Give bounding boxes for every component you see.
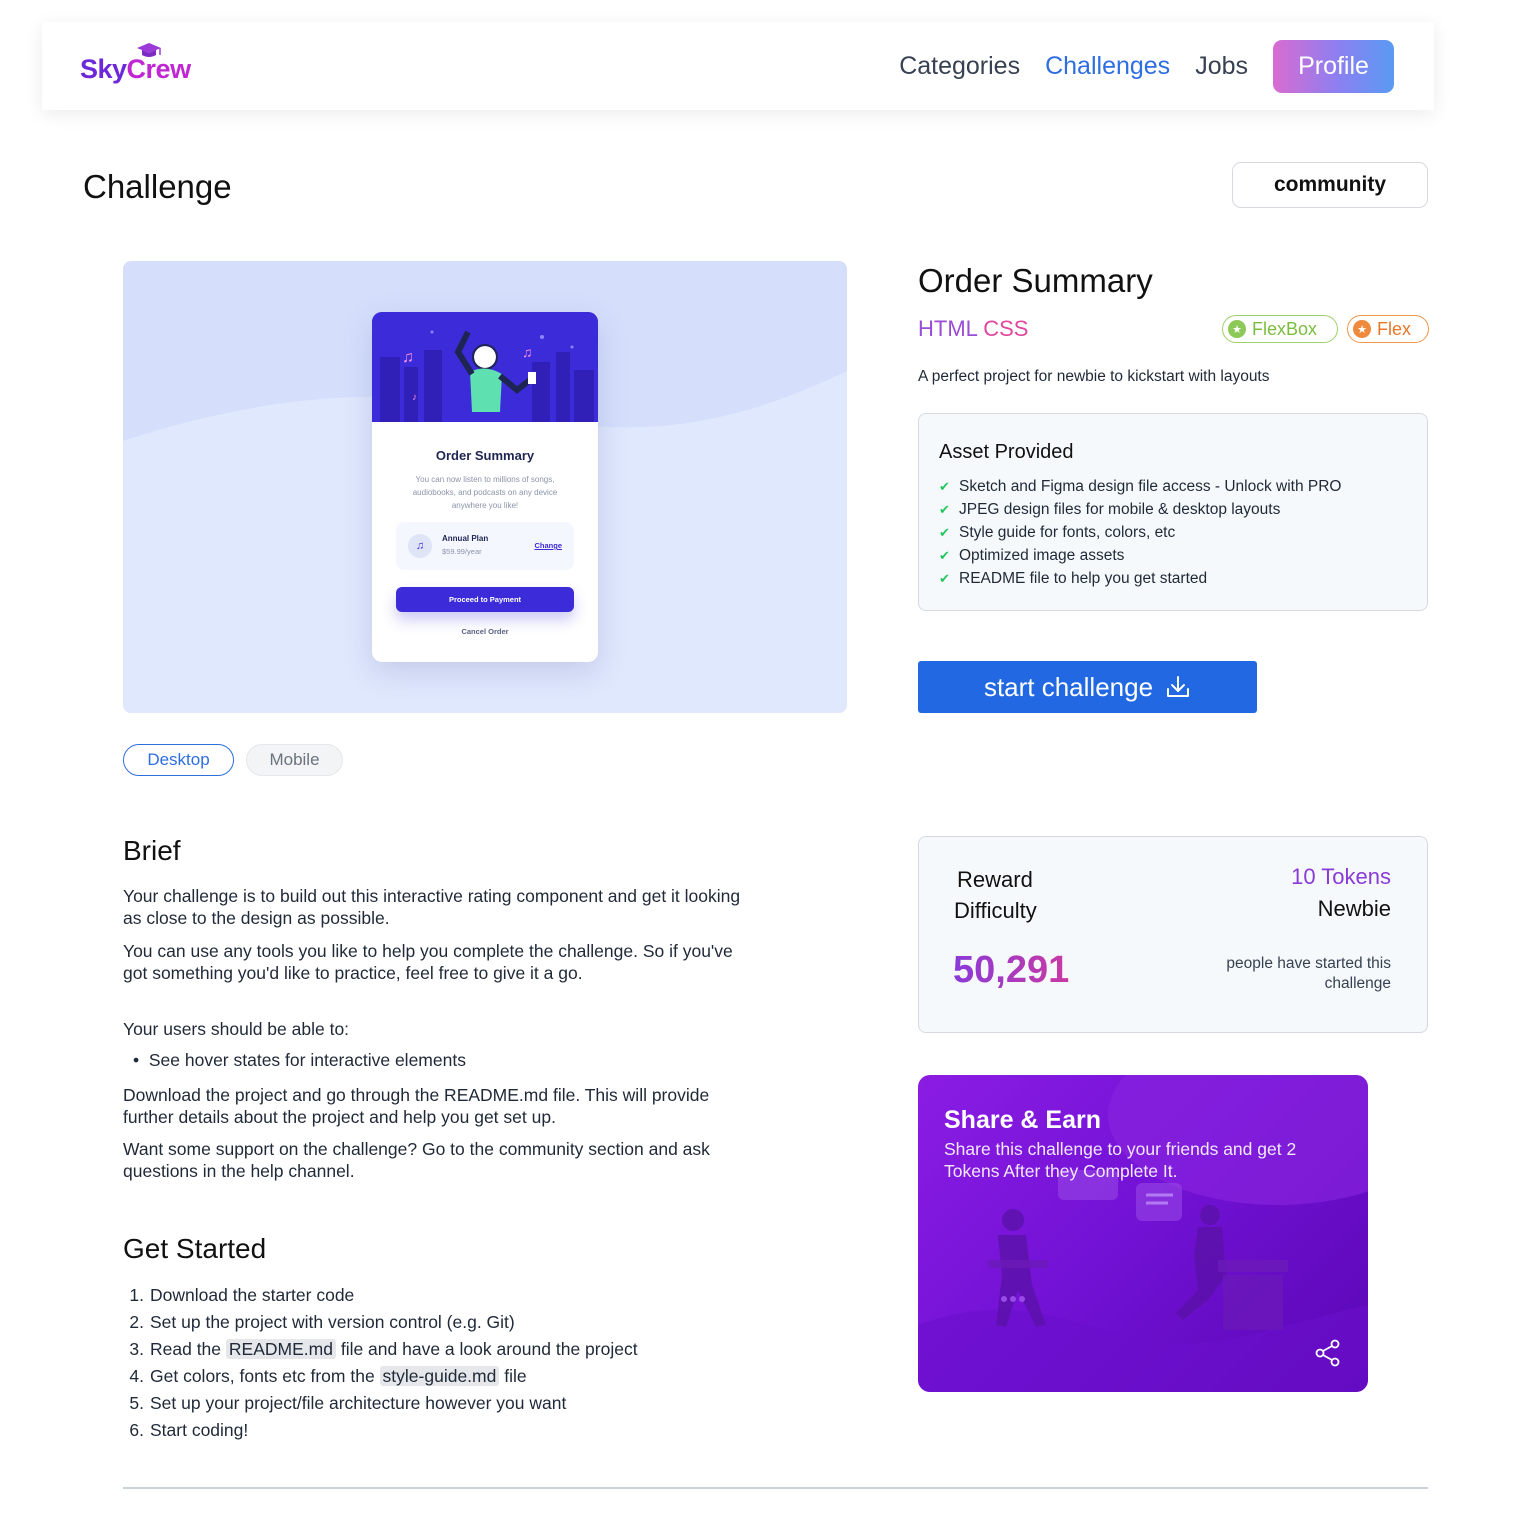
language-labels: HTML CSS [918,316,1028,342]
plan-name: Annual Plan [442,534,489,543]
assets-provided-box: Asset Provided ✔ Sketch and Figma design … [918,413,1428,611]
page-title: Challenge [83,168,232,205]
step-item: 1. Download the starter code [129,1285,355,1305]
share-earn-card[interactable]: Share & Earn Share this challenge to you… [918,1075,1368,1392]
asset-item: ✔ JPEG design files for mobile & desktop … [939,500,1281,518]
card-title: Order Summary [435,448,535,463]
started-count: 50,291 [953,949,1070,991]
asset-item: ✔ Sketch and Figma design file access - U… [939,477,1342,495]
step-item: 4. Get colors, fonts etc from the style-g… [129,1366,527,1386]
card-hero-illustration: ♫ ♫ ♪ [372,312,598,422]
graduation-cap-icon [137,43,161,57]
asset-item: ✔ README file to help you get started [939,569,1208,587]
brief-bullet: • See hover states for interactive eleme… [133,1050,466,1070]
reward-box: Reward Difficulty 10 Tokens Newbie 50,29… [918,836,1428,1033]
cancel-order-link: Cancel Order [461,627,509,636]
check-icon: ✔ [939,478,950,494]
footer-divider [123,1487,1428,1489]
check-icon: ✔ [939,547,950,563]
asset-item: ✔ Style guide for fonts, colors, etc [939,523,1176,541]
tag-flex[interactable]: ★ Flex [1347,315,1429,343]
assets-list: ✔ Sketch and Figma design file access - U… [939,475,1342,590]
community-button[interactable]: community [1232,162,1428,208]
download-icon [1167,676,1190,697]
reward-label: Reward [957,867,1033,892]
reward-tokens: 10 Tokens [1291,864,1391,889]
check-icon: ✔ [939,524,950,540]
svg-text:♫: ♫ [402,349,414,366]
lang-css: CSS [983,316,1029,341]
lang-html: HTML [918,316,978,341]
svg-text:♪: ♪ [412,392,417,403]
design-preview: ♫ ♫ ♪ Order Summary You can now listen t… [123,261,847,713]
nav-challenges[interactable]: Challenges [1045,52,1170,81]
skycrew-logo[interactable]: SkyCrew [80,43,191,85]
music-note-icon: ♫ [408,534,432,558]
share-text: Share this challenge to your friends and… [944,1139,1297,1181]
project-title: Order Summary [918,262,1153,299]
tag-flexbox[interactable]: ★ FlexBox [1222,315,1338,343]
brief-paragraph: Your challenge is to build out this inte… [123,886,741,928]
brief-heading: Brief [123,835,181,866]
asset-item: ✔ Optimized image assets [939,546,1125,564]
share-title: Share & Earn [944,1106,1102,1134]
brief-paragraph: You can use any tools you like to help y… [123,941,733,983]
check-icon: ✔ [939,570,950,586]
difficulty-label: Difficulty [954,898,1037,923]
check-icon: ✔ [939,501,950,517]
readme-code: README.md [225,1339,336,1359]
order-summary-card: ♫ ♫ ♪ Order Summary You can now listen t… [372,312,598,662]
nav-jobs[interactable]: Jobs [1195,52,1248,81]
difficulty-value: Newbie [1317,896,1391,921]
plan-price: $59.99/year [442,547,482,556]
card-description: You can now listen to millions of songs,… [412,475,558,510]
main-nav: Categories Challenges Jobs Profile [899,40,1394,93]
brief-paragraph: Download the project and go through the … [123,1085,710,1127]
step-item: 6. Start coding! [129,1420,249,1440]
plan-box: ♫ Annual Plan $59.99/year Change [396,522,574,570]
started-text: people have started this challenge [1226,955,1391,992]
proceed-payment-button: Proceed to Payment [396,587,574,612]
get-started-heading: Get Started [123,1233,267,1264]
mobile-toggle[interactable]: Mobile [246,744,343,776]
brief-paragraph: Want some support on the challenge? Go t… [123,1139,710,1181]
nav-categories[interactable]: Categories [899,52,1020,81]
brief-paragraph: Your users should be able to: [123,1019,350,1039]
star-icon: ★ [1353,320,1371,338]
plan-change-link: Change [534,541,562,550]
top-navbar: SkyCrew Categories Challenges Jobs Profi… [42,22,1434,110]
star-icon: ★ [1228,320,1246,338]
step-item: 5. Set up your project/file architecture … [129,1393,567,1413]
project-tagline: A perfect project for newbie to kickstar… [918,368,1270,385]
desktop-toggle[interactable]: Desktop [123,744,234,776]
style-guide-code: style-guide.md [379,1366,500,1386]
share-icon[interactable] [1314,1339,1342,1367]
start-challenge-button[interactable]: start challenge [918,661,1257,713]
get-started-steps: 1. Download the starter code 2. Set up the… [123,1282,763,1444]
step-item: 3. Read the README.md file and have a loo… [129,1339,638,1359]
svg-text:♫: ♫ [522,344,533,360]
step-item: 2. Set up the project with version contro… [129,1312,515,1332]
assets-title: Asset Provided [939,441,1074,463]
profile-button[interactable]: Profile [1273,40,1394,93]
